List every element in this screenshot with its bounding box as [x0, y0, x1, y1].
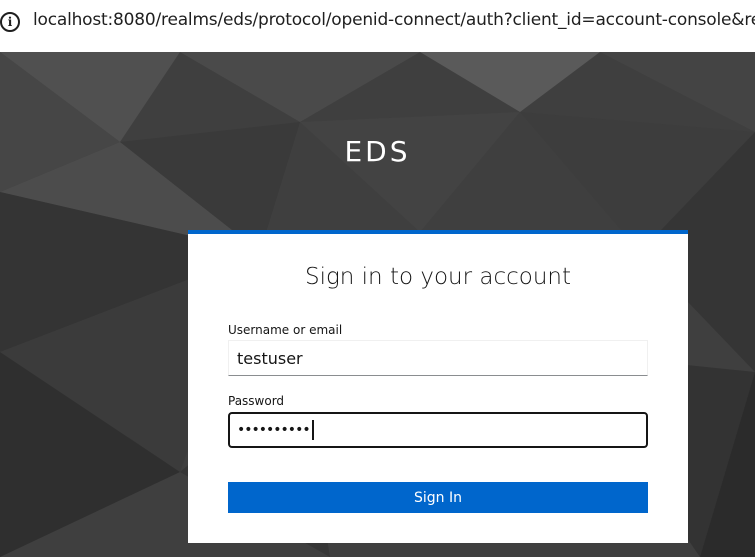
sign-in-button[interactable]: Sign In [228, 482, 648, 513]
username-value: testuser [237, 348, 303, 368]
username-input[interactable]: testuser [228, 340, 648, 376]
login-heading: Sign in to your account [304, 264, 572, 290]
url-text[interactable]: localhost:8080/realms/eds/protocol/openi… [33, 10, 755, 30]
password-value: •••••••••• [237, 422, 311, 438]
address-bar[interactable]: i localhost:8080/realms/eds/protocol/ope… [0, 0, 755, 52]
realm-title: EDS [344, 135, 411, 168]
info-icon[interactable]: i [0, 12, 20, 32]
password-input[interactable]: •••••••••• [228, 412, 648, 448]
login-card: Sign in to your account Username or emai… [188, 230, 688, 543]
password-label: Password [228, 394, 285, 408]
username-label: Username or email [228, 323, 343, 337]
text-cursor [311, 420, 314, 440]
